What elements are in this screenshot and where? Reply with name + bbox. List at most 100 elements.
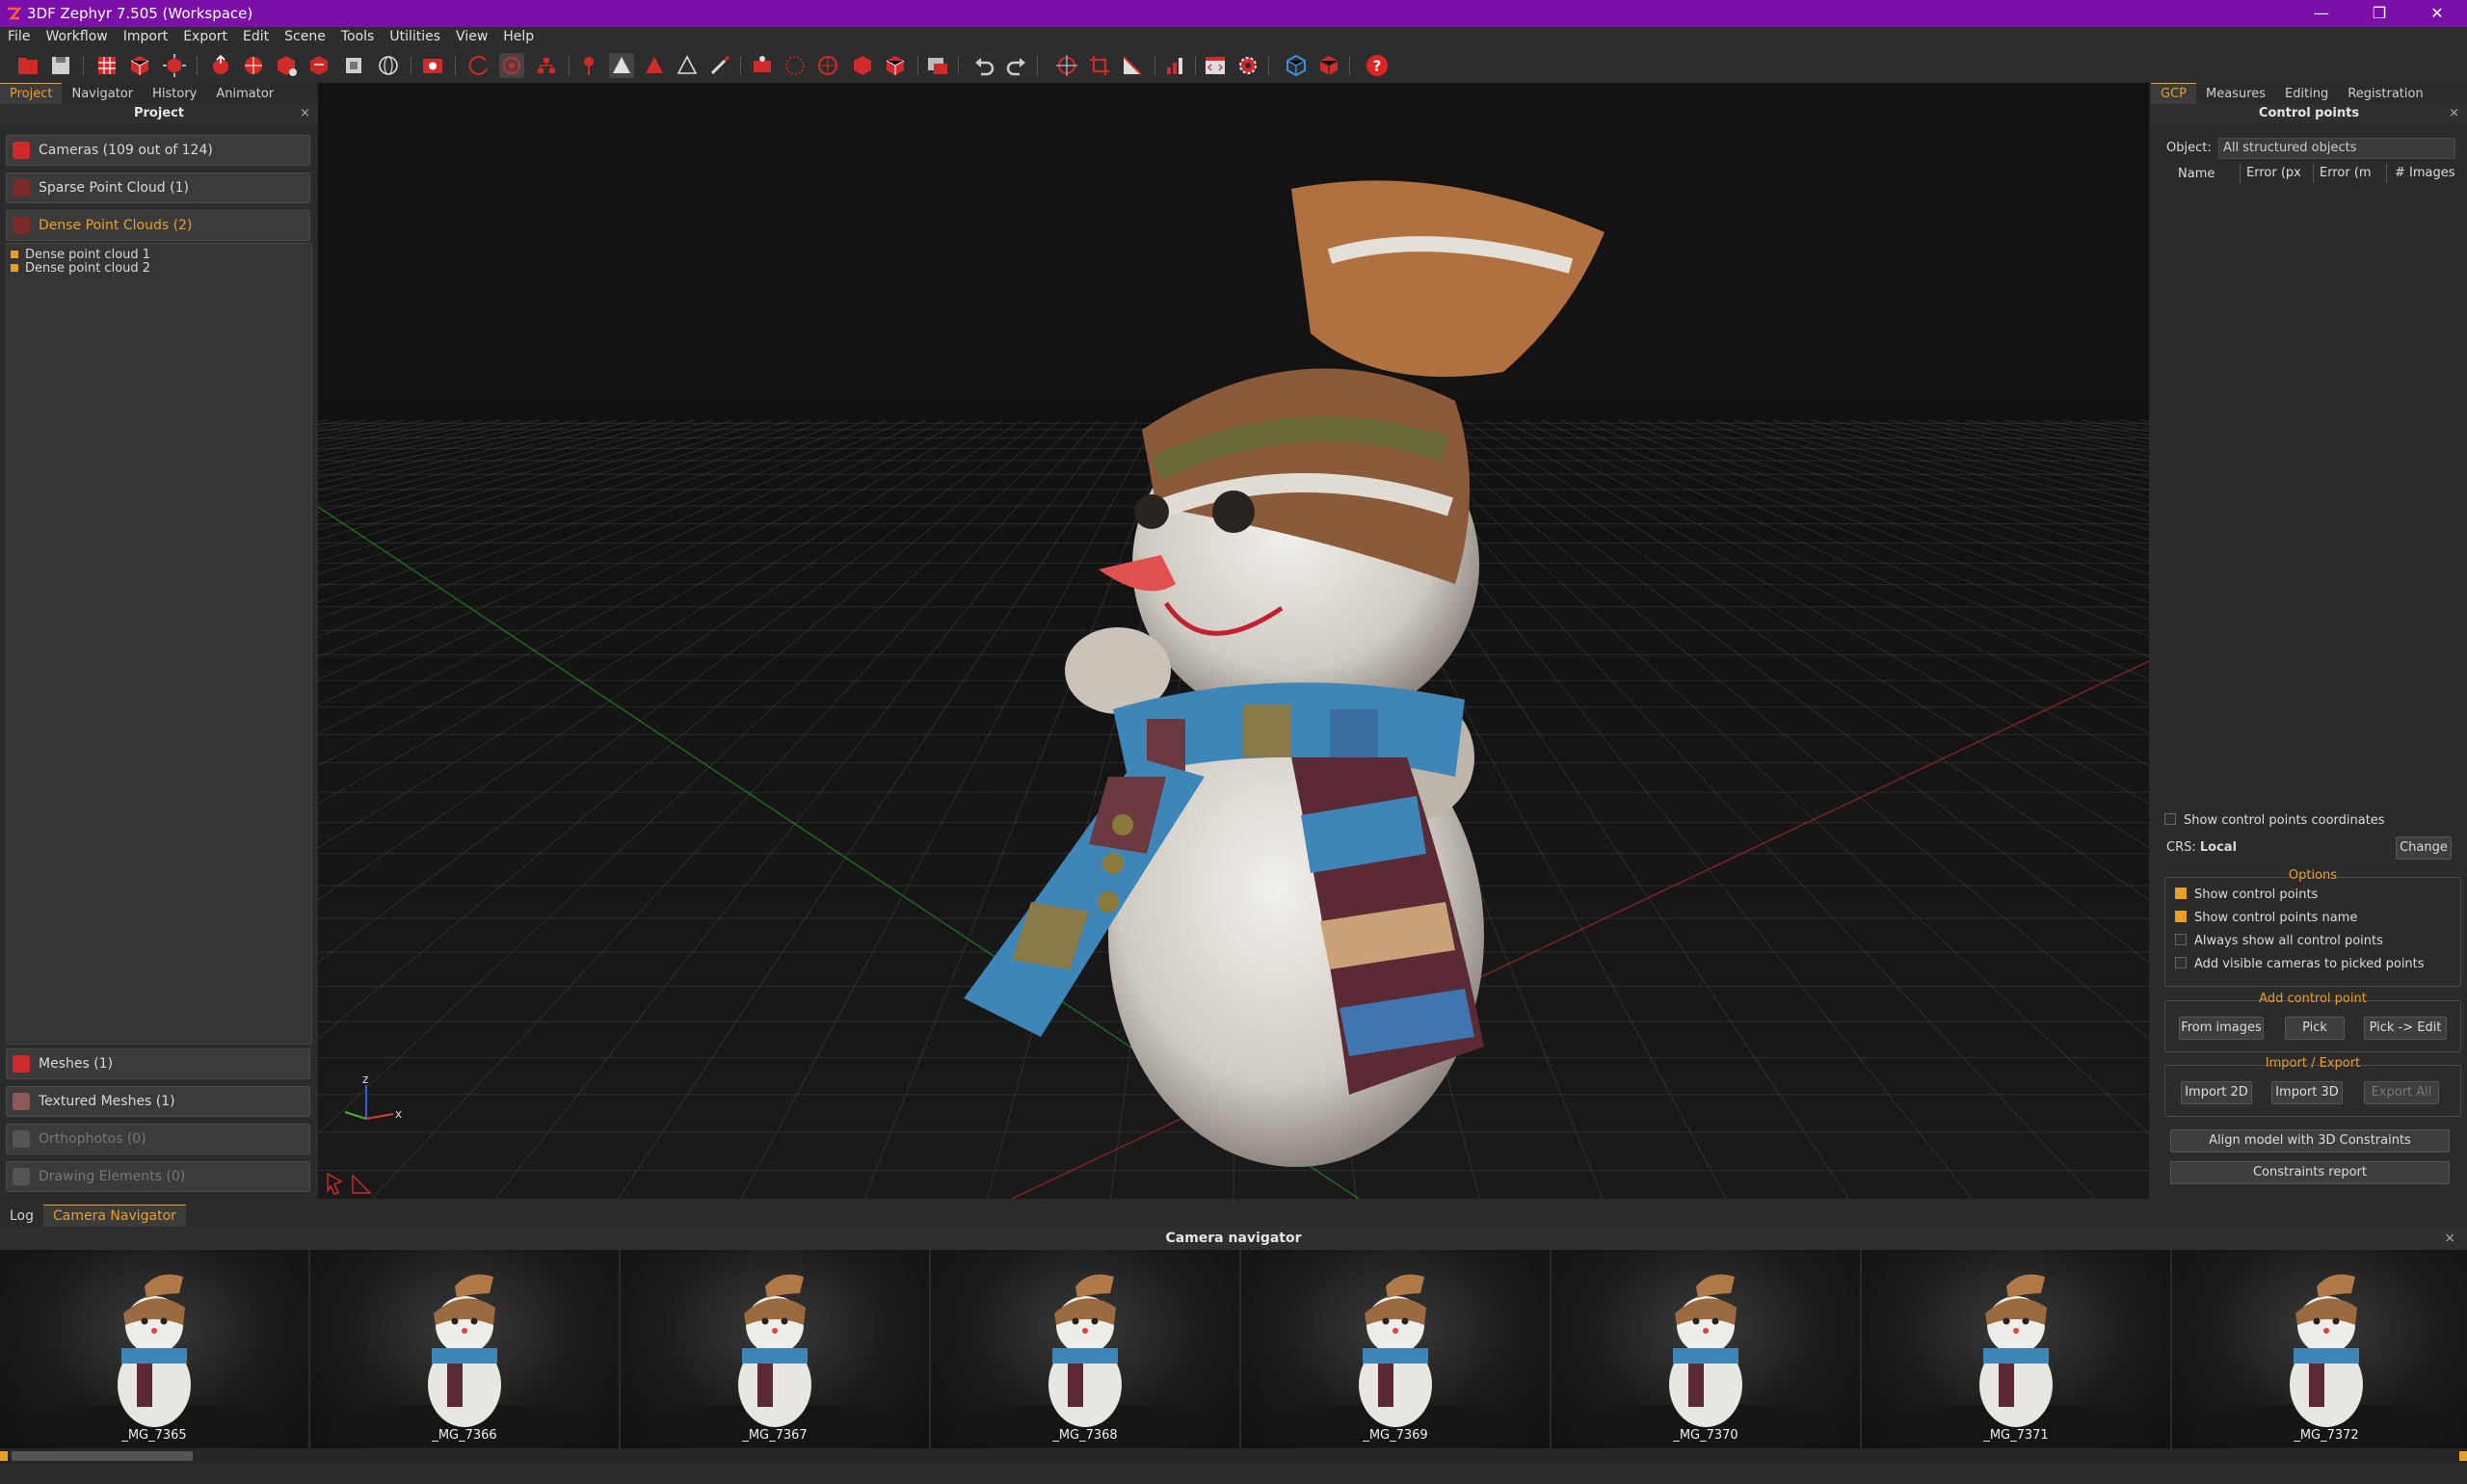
option-show-points[interactable]: Show control points (2175, 888, 2318, 902)
tab-navigator[interactable]: Navigator (62, 84, 143, 104)
checkbox-box[interactable] (2175, 957, 2187, 968)
tab-editing[interactable]: Editing (2275, 84, 2338, 104)
stats-icon[interactable] (1162, 53, 1187, 78)
menu-edit[interactable]: Edit (235, 27, 277, 44)
col-name[interactable]: Name (2178, 167, 2215, 181)
dense-cloud-icon[interactable] (274, 53, 299, 78)
new-project-icon[interactable] (15, 53, 40, 78)
menu-utilities[interactable]: Utilities (382, 27, 448, 44)
close-window-button[interactable]: ✕ (2409, 0, 2465, 27)
list-item[interactable]: Dense point cloud 2 (11, 261, 150, 276)
sphere-grid-red-icon[interactable] (815, 53, 840, 78)
brush-icon[interactable] (707, 53, 732, 78)
constraints-report-button[interactable]: Constraints report (2170, 1161, 2450, 1184)
camera-thumbnail[interactable]: _MG_7368 (931, 1250, 1241, 1448)
close-panel-icon[interactable]: × (300, 104, 310, 123)
save-icon[interactable] (48, 53, 73, 78)
checkbox-box[interactable] (2175, 888, 2187, 899)
sphere-dots-icon[interactable] (783, 53, 808, 78)
section-dense-clouds[interactable]: Dense Point Clouds (2) (6, 210, 310, 241)
list-item[interactable]: Dense point cloud 1 (11, 248, 150, 262)
mesh-icon[interactable] (306, 53, 332, 78)
camera-thumbnail[interactable]: _MG_7365 (0, 1250, 310, 1448)
camera-thumbnail[interactable]: _MG_7370 (1552, 1250, 1862, 1448)
help-icon[interactable]: ? (1365, 53, 1390, 78)
scroll-left-icon[interactable] (0, 1451, 8, 1461)
checkbox-box[interactable] (2164, 813, 2176, 825)
camera-thumbnail[interactable]: _MG_7369 (1241, 1250, 1552, 1448)
triangle-outline-icon[interactable] (675, 53, 700, 78)
change-crs-button[interactable]: Change (2396, 836, 2452, 860)
tab-project[interactable]: Project (0, 83, 63, 104)
tab-log[interactable]: Log (0, 1206, 43, 1227)
minimize-button[interactable]: — (2294, 0, 2349, 27)
align-model-button[interactable]: Align model with 3D Constraints (2170, 1129, 2450, 1153)
orbit-center-icon[interactable] (499, 53, 524, 78)
camera-thumbnail[interactable]: _MG_7372 (2172, 1250, 2467, 1448)
menu-export[interactable]: Export (175, 27, 235, 44)
sphere-grid-icon[interactable] (241, 53, 266, 78)
import-3d-button[interactable]: Import 3D (2271, 1081, 2343, 1104)
thumbnail-scrollbar[interactable] (0, 1448, 2467, 1464)
menu-file[interactable]: File (0, 27, 38, 44)
cube-blue-icon[interactable] (1284, 53, 1309, 78)
camera-thumbnail[interactable]: _MG_7366 (310, 1250, 621, 1448)
menu-scene[interactable]: Scene (277, 27, 333, 44)
scrollbar-thumb[interactable] (12, 1451, 193, 1461)
texture-icon[interactable] (341, 53, 366, 78)
option-show-names[interactable]: Show control points name (2175, 911, 2357, 925)
box-grid-icon[interactable] (883, 53, 908, 78)
capture-icon[interactable] (420, 53, 445, 78)
export-all-button[interactable]: Export All (2364, 1081, 2439, 1104)
pin-icon[interactable] (576, 53, 601, 78)
restore-button[interactable]: ❐ (2351, 0, 2407, 27)
object-select[interactable]: All structured objects (2218, 138, 2455, 159)
import-2d-button[interactable]: Import 2D (2181, 1081, 2252, 1104)
tab-gcp[interactable]: GCP (2151, 83, 2196, 104)
scroll-right-icon[interactable] (2459, 1451, 2467, 1461)
rotate-object-icon[interactable] (1054, 53, 1079, 78)
menu-import[interactable]: Import (116, 27, 175, 44)
camera-thumbnail[interactable]: _MG_7367 (621, 1250, 931, 1448)
triangle-red-icon[interactable] (642, 53, 667, 78)
checkbox-box[interactable] (2175, 911, 2187, 922)
section-orthophotos[interactable]: Orthophotos (0) (6, 1124, 310, 1154)
tab-registration[interactable]: Registration (2338, 84, 2432, 104)
3d-viewport[interactable]: z x (318, 83, 2149, 1199)
tab-animator[interactable]: Animator (206, 84, 283, 104)
camera-grid-icon[interactable] (94, 53, 119, 78)
col-images[interactable]: # Images (2386, 164, 2467, 183)
pick-edit-button[interactable]: Pick -> Edit (2364, 1017, 2447, 1040)
close-panel-icon[interactable]: × (2444, 1227, 2455, 1250)
menu-tools[interactable]: Tools (333, 27, 383, 44)
triangle-select-icon[interactable] (609, 53, 634, 78)
section-drawing-elements[interactable]: Drawing Elements (0) (6, 1161, 310, 1192)
redo-icon[interactable] (1004, 53, 1029, 78)
section-cameras[interactable]: Cameras (109 out of 124) (6, 135, 310, 166)
option-always-show[interactable]: Always show all control points (2175, 934, 2383, 948)
window-icon[interactable] (925, 53, 950, 78)
tab-camera-navigator[interactable]: Camera Navigator (43, 1205, 186, 1227)
col-error-px[interactable]: Error (px (2240, 164, 2314, 183)
tab-measures[interactable]: Measures (2196, 84, 2275, 104)
orbit-icon[interactable] (466, 53, 491, 78)
filter-icon[interactable] (750, 53, 775, 78)
undo-icon[interactable] (971, 53, 996, 78)
from-images-button[interactable]: From images (2179, 1017, 2264, 1040)
crop-icon[interactable] (1087, 53, 1112, 78)
settings-gear-icon[interactable] (1235, 53, 1260, 78)
pick-button[interactable]: Pick (2285, 1017, 2345, 1040)
camera-thumbnail[interactable]: _MG_7371 (1862, 1250, 2172, 1448)
box-red-icon[interactable] (850, 53, 875, 78)
show-coords-checkbox[interactable]: Show control points coordinates (2164, 813, 2385, 828)
globe-icon[interactable] (376, 53, 401, 78)
close-panel-icon[interactable]: × (2449, 104, 2459, 123)
cube-arrows-icon[interactable] (162, 53, 187, 78)
section-sparse-cloud[interactable]: Sparse Point Cloud (1) (6, 172, 310, 203)
import-points-icon[interactable] (208, 53, 233, 78)
hierarchy-icon[interactable] (534, 53, 559, 78)
section-textured-meshes[interactable]: Textured Meshes (1) (6, 1086, 310, 1117)
cube-red-outline-icon[interactable] (1316, 53, 1341, 78)
ruler-icon[interactable] (1120, 53, 1145, 78)
option-add-cameras[interactable]: Add visible cameras to picked points (2175, 957, 2425, 971)
